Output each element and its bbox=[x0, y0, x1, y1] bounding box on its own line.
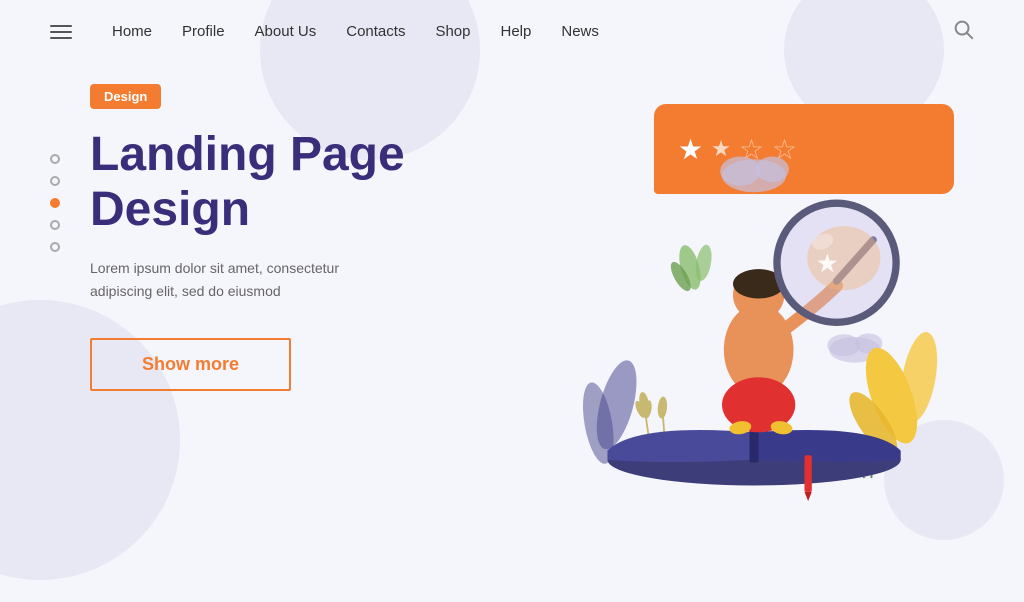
dot-2[interactable] bbox=[50, 176, 60, 186]
dot-4[interactable] bbox=[50, 220, 60, 230]
hamburger-menu[interactable] bbox=[50, 25, 72, 39]
hero-description: Lorem ipsum dolor sit amet, consectetur … bbox=[90, 257, 370, 302]
nav-profile[interactable]: Profile bbox=[182, 23, 225, 40]
nav-home[interactable]: Home bbox=[112, 23, 152, 40]
badge-design: Design bbox=[90, 84, 161, 109]
dot-5[interactable] bbox=[50, 242, 60, 252]
main-illustration-svg: ★ bbox=[470, 64, 974, 544]
dot-1[interactable] bbox=[50, 154, 60, 164]
nav-about-us[interactable]: About Us bbox=[255, 23, 317, 40]
search-icon[interactable] bbox=[952, 18, 974, 46]
navbar: Home Profile About Us Contacts Shop Help… bbox=[0, 0, 1024, 64]
show-more-button[interactable]: Show more bbox=[90, 338, 291, 391]
hero-illustration: ★ ★ ☆ ☆ bbox=[470, 64, 974, 544]
nav-shop[interactable]: Shop bbox=[435, 23, 470, 40]
nav-links: Home Profile About Us Contacts Shop Help… bbox=[112, 23, 952, 41]
nav-help[interactable]: Help bbox=[501, 23, 532, 40]
dot-3[interactable] bbox=[50, 198, 60, 208]
hero-content: Design Landing Page Design Lorem ipsum d… bbox=[90, 74, 470, 391]
slide-indicators bbox=[50, 154, 60, 252]
svg-text:★: ★ bbox=[816, 250, 839, 278]
nav-contacts[interactable]: Contacts bbox=[346, 23, 405, 40]
main-content: Design Landing Page Design Lorem ipsum d… bbox=[0, 64, 1024, 596]
hero-headline: Landing Page Design bbox=[90, 127, 470, 237]
nav-news[interactable]: News bbox=[561, 23, 599, 40]
